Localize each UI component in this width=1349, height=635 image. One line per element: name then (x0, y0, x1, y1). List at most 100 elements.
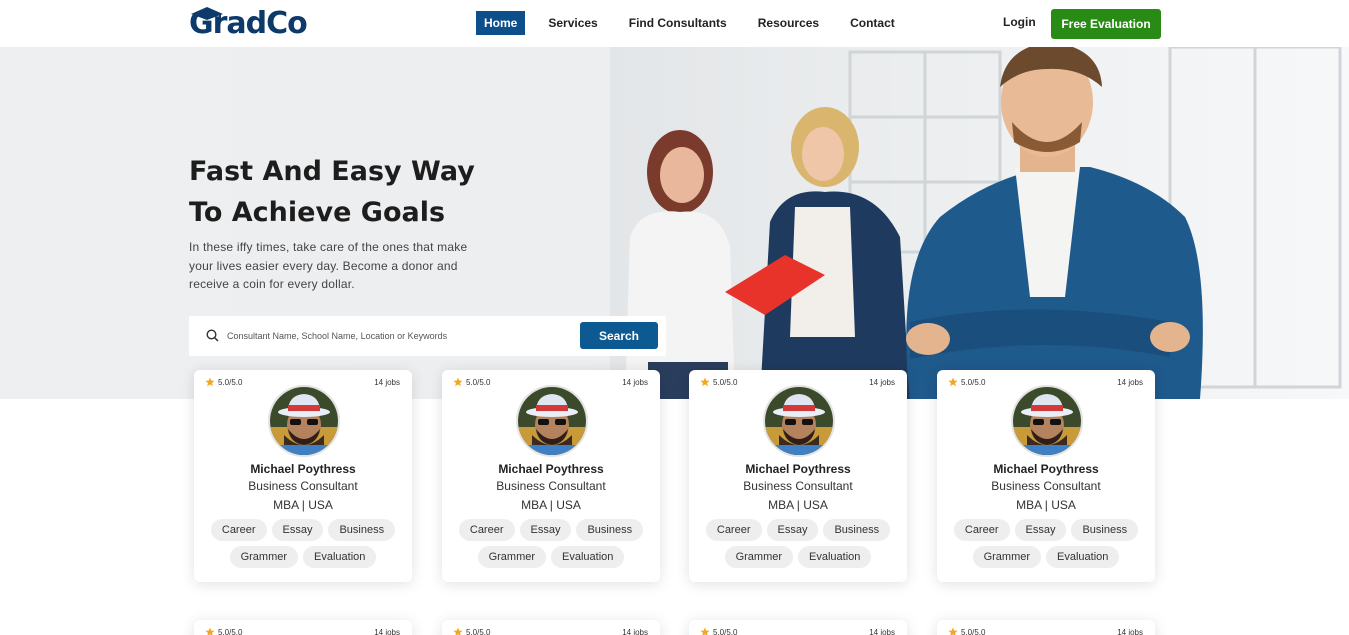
nav-services[interactable]: Services (540, 11, 605, 35)
nav-home[interactable]: Home (476, 11, 526, 35)
star-icon (700, 627, 710, 635)
rating: 5.0/5.0 (948, 627, 985, 635)
skill-tag[interactable]: Evaluation (551, 546, 625, 568)
consultant-card[interactable]: 5.0/5.0 14 jobs Michael Poythress Busine… (689, 370, 907, 582)
tag-list: Career Essay Business Grammer Evaluation (951, 519, 1141, 568)
skill-tag[interactable]: Career (458, 519, 515, 541)
skill-tag[interactable]: Essay (519, 519, 572, 541)
avatar (763, 385, 835, 457)
skill-tag[interactable]: Business (823, 519, 891, 541)
consultant-role: Business Consultant (248, 479, 358, 493)
consultant-degree: MBA | USA (521, 498, 581, 512)
consultant-card[interactable]: 5.0/5.0 14 jobs (689, 620, 907, 635)
jobs-count: 14 jobs (622, 378, 648, 387)
jobs-count: 14 jobs (1117, 628, 1143, 635)
skill-tag[interactable]: Essay (271, 519, 324, 541)
rating: 5.0/5.0 (453, 377, 490, 387)
site-header: GradCo Home Services Find Consultants Re… (0, 0, 1349, 47)
free-evaluation-button[interactable]: Free Evaluation (1051, 9, 1161, 39)
skill-tag[interactable]: Evaluation (303, 546, 377, 568)
rating: 5.0/5.0 (948, 377, 985, 387)
consultant-role: Business Consultant (496, 479, 606, 493)
jobs-count: 14 jobs (374, 378, 400, 387)
login-link[interactable]: Login (1003, 15, 1036, 29)
rating-value: 5.0/5.0 (466, 627, 491, 635)
consultant-card[interactable]: 5.0/5.0 14 jobs (194, 620, 412, 635)
graduation-cap-icon (191, 7, 223, 22)
jobs-count: 14 jobs (869, 628, 895, 635)
consultant-name: Michael Poythress (250, 462, 356, 476)
skill-tag[interactable]: Essay (766, 519, 819, 541)
rating-value: 5.0/5.0 (218, 627, 243, 635)
search-input[interactable] (227, 326, 557, 346)
skill-tag[interactable]: Grammer (477, 546, 547, 568)
skill-tag[interactable]: Career (210, 519, 267, 541)
rating-value: 5.0/5.0 (961, 627, 986, 635)
consultant-role: Business Consultant (743, 479, 853, 493)
nav-find-consultants[interactable]: Find Consultants (621, 11, 735, 35)
search-button[interactable]: Search (580, 322, 658, 349)
rating: 5.0/5.0 (453, 627, 490, 635)
jobs-count: 14 jobs (622, 628, 648, 635)
logo[interactable]: GradCo (189, 6, 308, 42)
consultant-card[interactable]: 5.0/5.0 14 jobs (937, 620, 1155, 635)
hero-photo-illustration (610, 47, 1349, 399)
rating-value: 5.0/5.0 (218, 377, 243, 387)
skill-tag[interactable]: Grammer (724, 546, 794, 568)
star-icon (205, 377, 215, 387)
hero-description: In these iffy times, take care of the on… (189, 240, 468, 291)
rating-value: 5.0/5.0 (466, 377, 491, 387)
consultant-card[interactable]: 5.0/5.0 14 jobs Michael Poythress Busine… (194, 370, 412, 582)
search-icon (206, 329, 219, 342)
star-icon (948, 377, 958, 387)
skill-tag[interactable]: Business (328, 519, 396, 541)
consultant-card[interactable]: 5.0/5.0 14 jobs Michael Poythress Busine… (442, 370, 660, 582)
star-icon (948, 627, 958, 635)
hero-section: Fast And Easy Way To Achieve Goals In th… (0, 47, 1349, 399)
rating: 5.0/5.0 (700, 627, 737, 635)
jobs-count: 14 jobs (374, 628, 400, 635)
skill-tag[interactable]: Essay (1014, 519, 1067, 541)
hero-title: Fast And Easy Way To Achieve Goals (189, 151, 589, 233)
consultant-degree: MBA | USA (768, 498, 828, 512)
rating: 5.0/5.0 (700, 377, 737, 387)
nav-contact[interactable]: Contact (842, 11, 903, 35)
main-nav: Home Services Find Consultants Resources… (476, 11, 918, 35)
rating-value: 5.0/5.0 (961, 377, 986, 387)
skill-tag[interactable]: Evaluation (1046, 546, 1120, 568)
hero-title-line1: Fast And Easy Way (189, 156, 475, 187)
avatar (516, 385, 588, 457)
avatar (1011, 385, 1083, 457)
skill-tag[interactable]: Business (576, 519, 644, 541)
consultant-name: Michael Poythress (993, 462, 1099, 476)
consultant-card[interactable]: 5.0/5.0 14 jobs Michael Poythress Busine… (937, 370, 1155, 582)
rating-value: 5.0/5.0 (713, 377, 738, 387)
avatar (268, 385, 340, 457)
skill-tag[interactable]: Career (705, 519, 762, 541)
star-icon (205, 627, 215, 635)
consultant-name: Michael Poythress (498, 462, 604, 476)
skill-tag[interactable]: Grammer (972, 546, 1042, 568)
skill-tag[interactable]: Evaluation (798, 546, 872, 568)
star-icon (700, 377, 710, 387)
consultant-degree: MBA | USA (1016, 498, 1076, 512)
star-icon (453, 377, 463, 387)
consultant-card[interactable]: 5.0/5.0 14 jobs (442, 620, 660, 635)
hero-title-line2: To Achieve Goals (189, 197, 446, 228)
rating: 5.0/5.0 (205, 377, 242, 387)
rating: 5.0/5.0 (205, 627, 242, 635)
nav-resources[interactable]: Resources (750, 11, 827, 35)
skill-tag[interactable]: Business (1071, 519, 1139, 541)
skill-tag[interactable]: Career (953, 519, 1010, 541)
tag-list: Career Essay Business Grammer Evaluation (703, 519, 893, 568)
consultant-degree: MBA | USA (273, 498, 333, 512)
tag-list: Career Essay Business Grammer Evaluation (456, 519, 646, 568)
consultant-role: Business Consultant (991, 479, 1101, 493)
jobs-count: 14 jobs (869, 378, 895, 387)
tag-list: Career Essay Business Grammer Evaluation (208, 519, 398, 568)
jobs-count: 14 jobs (1117, 378, 1143, 387)
consultant-name: Michael Poythress (745, 462, 851, 476)
rating-value: 5.0/5.0 (713, 627, 738, 635)
star-icon (453, 627, 463, 635)
skill-tag[interactable]: Grammer (229, 546, 299, 568)
